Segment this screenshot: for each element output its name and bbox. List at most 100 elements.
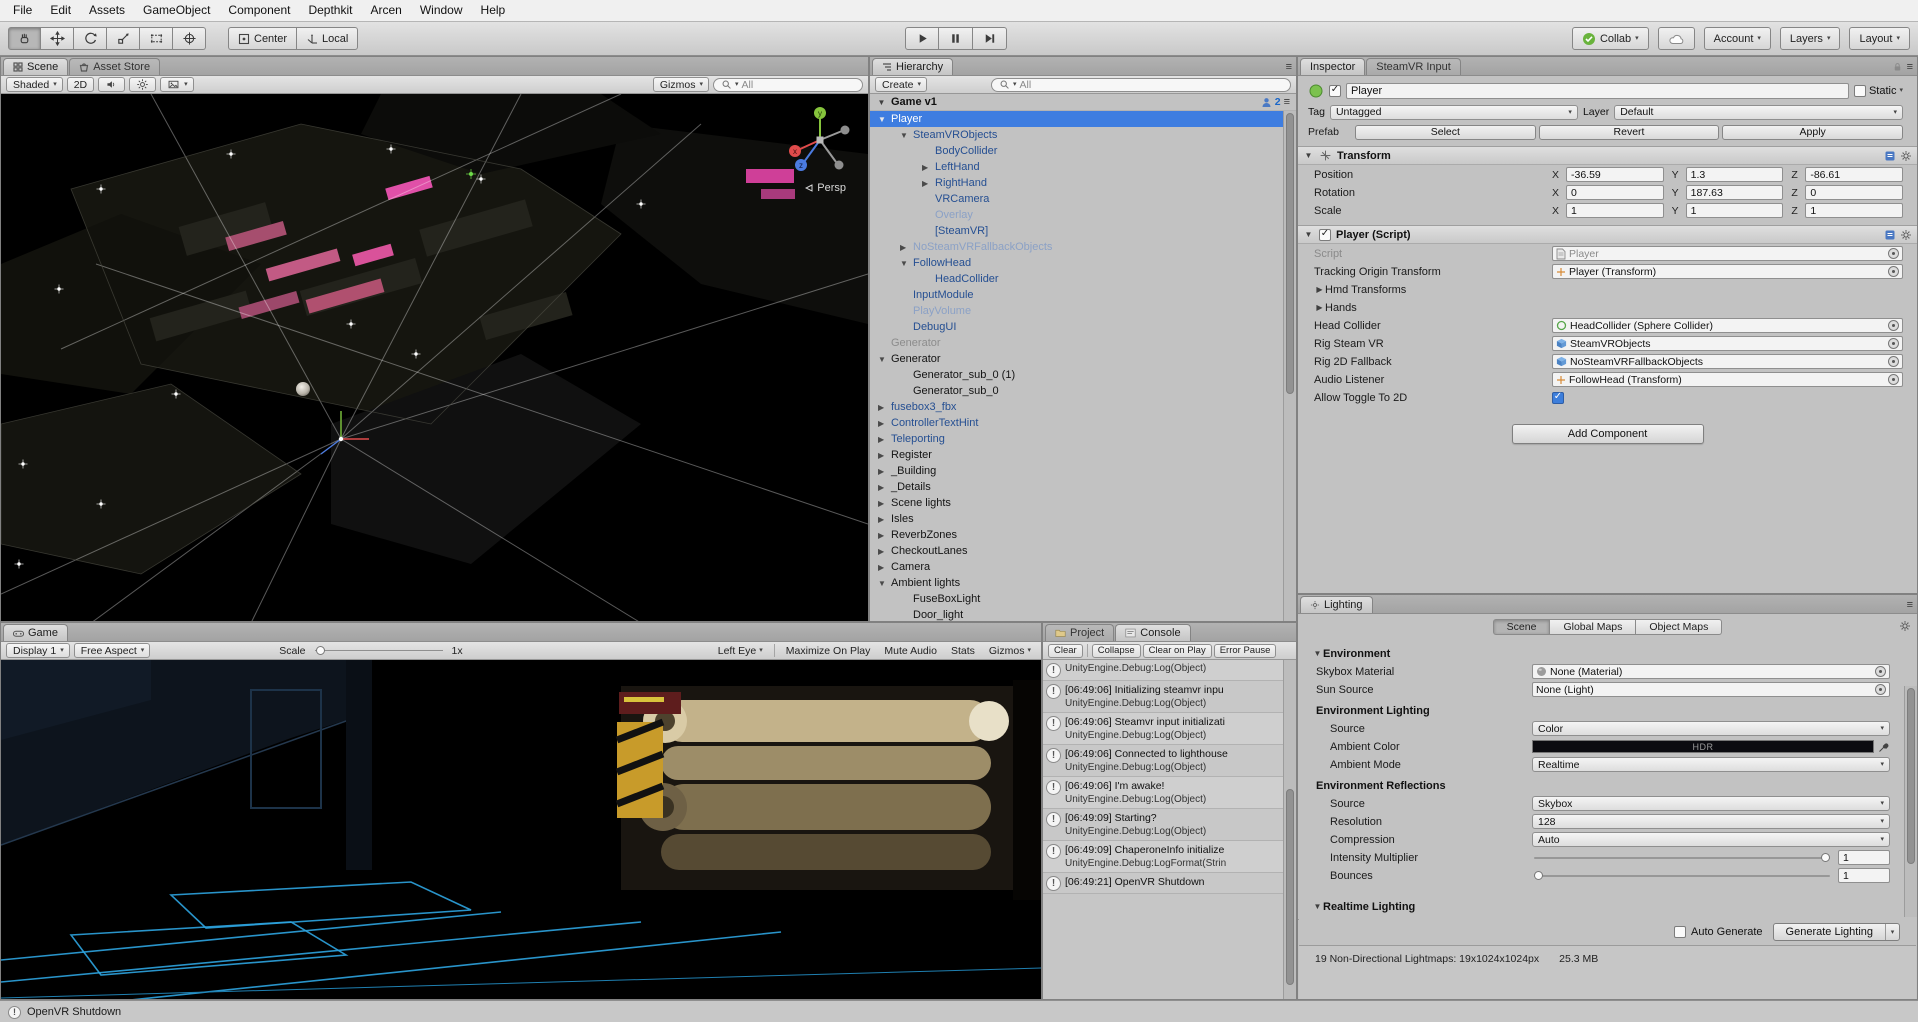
z-value-input[interactable]: 0 — [1805, 185, 1904, 200]
gear-icon[interactable] — [1899, 620, 1911, 632]
console-entry[interactable]: ! [06:49:06] Initializing steamvr inpu U… — [1043, 681, 1283, 713]
rotate-tool-button[interactable] — [74, 27, 107, 50]
panel-menu-icon[interactable]: ≡ — [1907, 61, 1913, 73]
active-checkbox[interactable]: ✓ — [1329, 84, 1341, 97]
gameobject-name-input[interactable]: Player — [1346, 82, 1849, 99]
foldout-arrow[interactable] — [878, 419, 891, 428]
hierarchy-item[interactable]: Player — [870, 111, 1296, 127]
create-dropdown[interactable]: Create ▾ — [875, 77, 928, 92]
hierarchy-item[interactable]: SteamVRObjects — [870, 127, 1296, 143]
pause-button[interactable] — [939, 27, 973, 50]
console-entry[interactable]: ! [06:49:06] Connected to lighthouse Uni… — [1043, 745, 1283, 777]
object-picker-icon[interactable] — [1888, 338, 1899, 349]
layer-dropdown[interactable]: Default ▾ — [1614, 104, 1903, 120]
intensity-value-input[interactable]: 1 — [1838, 850, 1890, 865]
object-picker-icon[interactable] — [1888, 248, 1899, 259]
foldout-arrow[interactable] — [878, 115, 891, 124]
panel-menu-icon[interactable]: ≡ — [1907, 600, 1913, 611]
lock-icon[interactable] — [1892, 61, 1903, 73]
foldout-arrow[interactable] — [900, 243, 913, 252]
compression-dropdown[interactable]: Auto ▾ — [1532, 832, 1890, 847]
hierarchy-scrollbar[interactable] — [1283, 111, 1296, 621]
scale-tool-button[interactable] — [107, 27, 140, 50]
tab-hierarchy[interactable]: Hierarchy — [872, 58, 954, 75]
slider-knob[interactable] — [1534, 871, 1543, 880]
ambient-color-swatch[interactable]: HDR — [1532, 740, 1874, 753]
game-render-viewport[interactable] — [1, 660, 1041, 999]
y-value-input[interactable]: 1 — [1685, 203, 1784, 218]
reflections-source-dropdown[interactable]: Skybox ▾ — [1532, 796, 1890, 811]
environment-section-title[interactable]: ▼ Environment — [1298, 645, 1904, 662]
console-entry[interactable]: ! [06:49:09] Starting? UnityEngine.Debug… — [1043, 809, 1283, 841]
add-component-button[interactable]: Add Component — [1511, 424, 1704, 444]
foldout-arrow[interactable] — [900, 259, 913, 268]
hands-foldout[interactable]: ▶ Hands — [1298, 299, 1917, 316]
y-value-input[interactable]: 187.63 — [1685, 185, 1784, 200]
scene-gizmos-dropdown[interactable]: Gizmos ▾ — [652, 77, 709, 92]
tab-console[interactable]: Console — [1115, 624, 1191, 641]
clear-button[interactable]: Clear — [1048, 643, 1083, 658]
hierarchy-item[interactable]: _Building — [870, 463, 1296, 479]
foldout-arrow[interactable]: ▼ — [876, 98, 887, 107]
rig-steamvr-object-field[interactable]: SteamVRObjects — [1552, 336, 1903, 351]
hierarchy-item[interactable]: PlayVolume — [870, 303, 1296, 319]
foldout-arrow[interactable] — [878, 499, 891, 508]
scene-menu-icon[interactable]: ≡ — [1284, 96, 1290, 108]
hierarchy-item[interactable]: Overlay — [870, 207, 1296, 223]
foldout-arrow[interactable]: ▼ — [1303, 230, 1314, 239]
help-book-icon[interactable] — [1884, 150, 1896, 162]
console-entry[interactable]: ! [06:49:06] I'm awake! UnityEngine.Debu… — [1043, 777, 1283, 809]
prefab-select-button[interactable]: Select — [1355, 124, 1536, 140]
menu-item[interactable]: Depthkit — [299, 0, 361, 21]
hierarchy-item[interactable]: Scene lights — [870, 495, 1296, 511]
menu-item[interactable]: Edit — [41, 0, 80, 21]
object-picker-icon[interactable] — [1875, 666, 1886, 677]
hierarchy-item[interactable]: VRCamera — [870, 191, 1296, 207]
hierarchy-item[interactable]: Door_light — [870, 607, 1296, 621]
move-tool-button[interactable] — [41, 27, 74, 50]
auto-generate-checkbox[interactable] — [1673, 926, 1686, 938]
game-gizmos-dropdown[interactable]: Gizmos ▾ — [984, 645, 1036, 657]
hierarchy-item[interactable]: RightHand — [870, 175, 1296, 191]
scene-lighting-toggle[interactable] — [129, 77, 157, 92]
foldout-arrow[interactable] — [922, 163, 935, 172]
hierarchy-item[interactable]: HeadCollider — [870, 271, 1296, 287]
hierarchy-item[interactable]: DebugUI — [870, 319, 1296, 335]
toggle-2d-button[interactable]: 2D — [66, 77, 95, 92]
console-entry[interactable]: ! [06:49:21] OpenVR Shutdown — [1043, 873, 1283, 894]
account-dropdown[interactable]: Account ▾ — [1703, 27, 1771, 50]
tab-steamvr-input[interactable]: SteamVR Input — [1366, 58, 1461, 75]
tag-dropdown[interactable]: Untagged ▾ — [1329, 104, 1578, 120]
eyedropper-icon[interactable] — [1878, 741, 1890, 753]
projection-mode-label[interactable]: Persp — [805, 182, 846, 194]
console-entry[interactable]: ! [06:49:06] Steamvr input initializati … — [1043, 713, 1283, 745]
resolution-dropdown[interactable]: 128 ▾ — [1532, 814, 1890, 829]
hierarchy-item[interactable]: Ambient lights — [870, 575, 1296, 591]
help-book-icon[interactable] — [1884, 229, 1896, 241]
y-value-input[interactable]: 1.3 — [1685, 167, 1784, 182]
hierarchy-item[interactable]: BodyCollider — [870, 143, 1296, 159]
hierarchy-item[interactable]: Isles — [870, 511, 1296, 527]
menu-item[interactable]: Help — [472, 0, 515, 21]
foldout-arrow[interactable] — [878, 467, 891, 476]
layout-dropdown[interactable]: Layout ▾ — [1849, 27, 1910, 50]
foldout-arrow[interactable] — [878, 563, 891, 572]
player-script-header[interactable]: ▼ ✓ Player (Script) — [1298, 225, 1917, 244]
aspect-dropdown[interactable]: Free Aspect ▾ — [73, 643, 151, 658]
tab-object-maps[interactable]: Object Maps — [1636, 619, 1723, 635]
menu-item[interactable]: Assets — [80, 0, 134, 21]
intensity-slider[interactable] — [1532, 850, 1832, 865]
tab-asset-store[interactable]: Asset Store — [69, 58, 161, 75]
shading-mode-dropdown[interactable]: Shaded ▾ — [6, 77, 63, 92]
collab-button[interactable]: Collab ▾ — [1571, 27, 1649, 50]
hierarchy-item[interactable]: Generator — [870, 335, 1296, 351]
x-value-input[interactable]: -36.59 — [1566, 167, 1664, 182]
gear-icon[interactable] — [1900, 229, 1912, 241]
static-checkbox[interactable] — [1853, 84, 1866, 97]
scrollbar-thumb[interactable] — [1286, 113, 1294, 394]
prefab-apply-button[interactable]: Apply — [1722, 124, 1904, 140]
object-picker-icon[interactable] — [1875, 684, 1886, 695]
hierarchy-item[interactable]: Generator_sub_0 — [870, 383, 1296, 399]
foldout-arrow[interactable] — [878, 355, 891, 364]
console-entry[interactable]: ! [06:49:09] ChaperoneInfo initialize Un… — [1043, 841, 1283, 873]
